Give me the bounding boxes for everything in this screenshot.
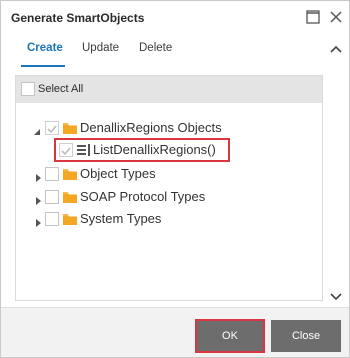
tab-update[interactable]: Update xyxy=(82,42,119,54)
tab-bar: Create Update Delete xyxy=(1,35,337,67)
dialog-title: Generate SmartObjects xyxy=(11,11,145,25)
maximize-icon[interactable] xyxy=(304,8,322,26)
dialog-footer: OK Close xyxy=(1,307,349,357)
tree-item-object-types[interactable]: Object Types xyxy=(31,163,291,185)
tree-checkbox[interactable] xyxy=(45,167,59,181)
tab-delete[interactable]: Delete xyxy=(139,42,172,54)
tree-item-label: Object Types xyxy=(80,166,156,181)
scroll-down-icon[interactable] xyxy=(329,290,343,302)
active-tab-indicator xyxy=(21,65,65,67)
tree-checkbox[interactable] xyxy=(45,212,59,226)
expand-arrow-icon[interactable] xyxy=(34,169,42,182)
generate-smartobjects-dialog: Generate SmartObjects Create Update Dele… xyxy=(0,0,350,358)
ok-button[interactable]: OK xyxy=(195,319,265,353)
collapse-arrow-icon[interactable] xyxy=(33,123,41,135)
folder-icon xyxy=(63,212,77,225)
tree-item-label: System Types xyxy=(80,211,162,226)
tab-create[interactable]: Create xyxy=(27,42,63,54)
tree-item-denallixregions-objects[interactable]: DenallixRegions Objects xyxy=(31,117,291,139)
highlight-box xyxy=(54,138,230,162)
tree-item-label: DenallixRegions Objects xyxy=(80,120,222,135)
tree-checkbox[interactable] xyxy=(45,121,59,135)
title-bar: Generate SmartObjects xyxy=(1,1,349,35)
select-all-bar: Select All xyxy=(16,76,322,103)
expand-arrow-icon[interactable] xyxy=(34,214,42,227)
tree-item-soap-protocol-types[interactable]: SOAP Protocol Types xyxy=(31,186,291,208)
tree-checkbox[interactable] xyxy=(45,190,59,204)
tree-item-system-types[interactable]: System Types xyxy=(31,208,291,230)
select-all-label: Select All xyxy=(38,83,84,95)
select-all-checkbox[interactable] xyxy=(21,82,35,96)
close-icon[interactable] xyxy=(327,8,345,26)
scroll-up-icon[interactable] xyxy=(329,42,343,54)
folder-icon xyxy=(63,190,77,203)
folder-icon xyxy=(63,121,77,134)
close-button[interactable]: Close xyxy=(271,320,341,352)
tree-item-label: SOAP Protocol Types xyxy=(80,189,206,204)
expand-arrow-icon[interactable] xyxy=(34,192,42,205)
folder-icon xyxy=(63,167,77,180)
